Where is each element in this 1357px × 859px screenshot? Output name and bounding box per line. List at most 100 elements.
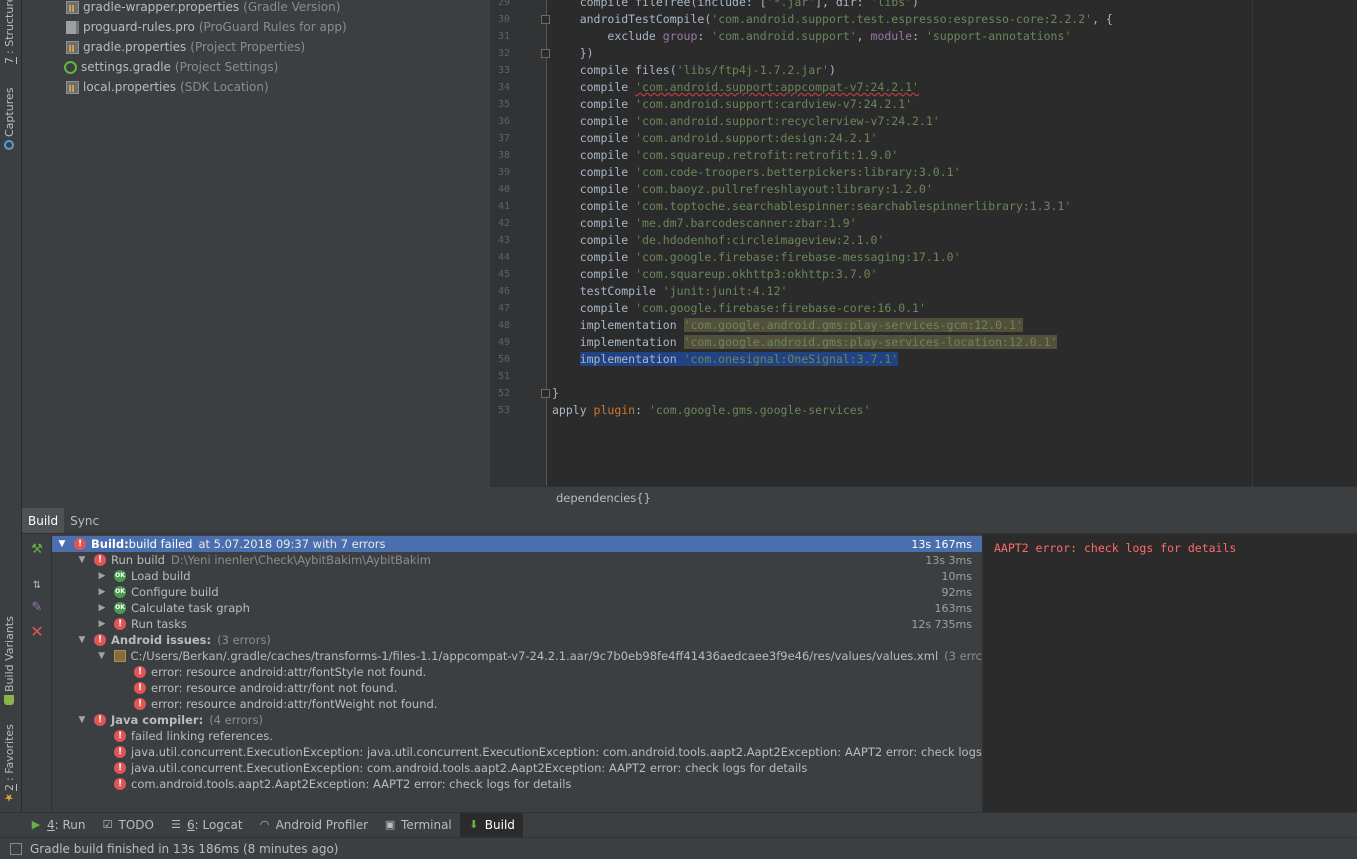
close-icon[interactable]: ✕ (28, 622, 46, 641)
code-line[interactable]: apply plugin: 'com.google.gms.google-ser… (552, 402, 871, 419)
line-number: 43 (497, 235, 510, 246)
expand-arrow-down-icon[interactable]: ▼ (76, 715, 88, 725)
code-line[interactable]: compile 'de.hdodenhof:circleimageview:2.… (552, 232, 885, 249)
project-tree-item[interactable]: proguard-rules.pro (ProGuard Rules for ap… (66, 17, 347, 37)
row-detail: (3 errc (944, 649, 982, 663)
code-line[interactable]: } (552, 385, 559, 402)
code-line[interactable]: exclude group: 'com.android.support', mo… (552, 28, 1071, 45)
build-tree-row[interactable]: ▶ OK Configure build 92ms (52, 584, 982, 600)
build-tree-row[interactable]: ! com.android.tools.aapt2.Aapt2Exception:… (52, 776, 982, 792)
build-tree-row[interactable]: ▼! Build: build failed at 5.07.2018 09:37 … (52, 536, 982, 552)
expand-arrow-right-icon[interactable]: ▶ (96, 571, 108, 581)
tool-button-android-profiler[interactable]: ◠ Android Profiler (251, 813, 376, 837)
code-line[interactable]: compile 'com.android.support:design:24.2… (552, 130, 878, 147)
captures-icon (4, 140, 15, 150)
editor-gutter[interactable]: 29 30 31 32 33 34 35 36 37 38 39 40 41 42 43 44 45 46 47 48… (490, 0, 550, 486)
toggle-view-icon[interactable]: ⇅ (28, 576, 46, 594)
build-tree-row[interactable]: ! java.util.concurrent.ExecutionException… (52, 744, 982, 760)
expand-arrow-right-icon[interactable]: ▶ (96, 587, 108, 597)
tool-button-todo[interactable]: ☑ TODO (94, 813, 162, 837)
fold-marker-icon[interactable] (541, 389, 550, 398)
build-tree-row[interactable]: ! java.util.concurrent.ExecutionException… (52, 760, 982, 776)
code-line[interactable]: androidTestCompile('com.android.support.… (552, 11, 1113, 28)
build-tree-row[interactable]: ▼! Run build D:\Yeni inenler\Check\AybitBa… (52, 552, 982, 568)
build-results-tree[interactable]: ▼! Build: build failed at 5.07.2018 09:37 … (52, 534, 982, 812)
code-line[interactable]: compile 'com.android.support:recyclervie… (552, 113, 940, 130)
editor-breadcrumb[interactable]: dependencies{} (490, 486, 1357, 508)
build-tree-row[interactable]: ! error: resource android:attr/font not f… (52, 680, 982, 696)
favorites-tool-tab[interactable]: ★ 2: Favorites (3, 724, 17, 804)
expand-arrow-down-icon[interactable]: ▼ (96, 651, 108, 661)
tab-sync[interactable]: Sync (64, 508, 105, 533)
pin-icon[interactable]: ✎ (28, 598, 46, 616)
build-tree-row[interactable]: ▶ OK Load build 10ms (52, 568, 982, 584)
expand-arrow-right-icon[interactable]: ▶ (96, 619, 108, 629)
code-string: 'com.android.support:design:24.2.1' (635, 131, 878, 145)
tool-button-build[interactable]: ⬇ Build (459, 813, 523, 837)
tab-build[interactable]: Build (22, 508, 65, 533)
build-tree-row[interactable]: ! failed linking references. (52, 728, 982, 744)
build-tree-row[interactable]: ▼! Java compiler: (4 errors) (52, 712, 982, 728)
code-editor[interactable]: 29 30 31 32 33 34 35 36 37 38 39 40 41 42 43 44 45 46 47 48… (490, 0, 1357, 486)
tool-button-logcat[interactable]: ☰ 6: Logcat (162, 813, 251, 837)
code-line[interactable]: compile 'me.dm7.barcodescanner:zbar:1.9' (552, 215, 857, 232)
project-tree-item[interactable]: gradle.properties (Project Properties) (66, 37, 305, 57)
code-line[interactable]: compile 'com.toptoche.searchablespinner:… (552, 198, 1072, 215)
project-tree-item[interactable]: settings.gradle (Project Settings) (64, 57, 278, 77)
fold-marker-icon[interactable] (541, 15, 550, 24)
code-line[interactable]: compile files('libs/ftp4j-1.7.2.jar') (552, 62, 836, 79)
breadcrumb-item[interactable]: dependencies{} (556, 491, 651, 505)
code-line[interactable]: compile 'com.google.firebase:firebase-me… (552, 249, 961, 266)
expand-arrow-down-icon[interactable]: ▼ (56, 539, 68, 549)
build-variants-tool-tab[interactable]: Build Variants (3, 615, 16, 705)
code-line[interactable]: implementation 'com.onesignal:OneSignal:… (552, 351, 899, 368)
code-string: 'com.google.gms.google-services' (648, 403, 871, 417)
code-line[interactable]: implementation 'com.google.android.gms:p… (552, 334, 1058, 351)
project-panel: gradle-wrapper.properties (Gradle Version… (22, 0, 490, 508)
expand-arrow-right-icon[interactable]: ▶ (96, 603, 108, 613)
code-line[interactable]: compile 'com.baoyz.pullrefreshlayout:lib… (552, 181, 933, 198)
code-line[interactable]: }) (552, 45, 594, 62)
fold-marker-icon[interactable] (541, 49, 550, 58)
row-duration: 13s 3ms (925, 553, 972, 567)
code-line[interactable]: compile 'com.google.firebase:firebase-co… (552, 300, 926, 317)
code-keyword: apply (552, 403, 594, 417)
captures-tool-tab[interactable]: Captures (3, 86, 16, 150)
project-tree-item[interactable]: gradle-wrapper.properties (Gradle Version… (66, 0, 340, 17)
expand-arrow-down-icon[interactable]: ▼ (76, 635, 88, 645)
build-tree-row[interactable]: ▼! Android issues: (3 errors) (52, 632, 982, 648)
line-number: 39 (497, 167, 510, 178)
code-line[interactable]: compile 'com.code-troopers.betterpickers… (552, 164, 961, 181)
build-tree-row[interactable]: ▶! Run tasks 12s 735ms (52, 616, 982, 632)
structure-tool-tab[interactable]: 7: Structure (3, 0, 16, 64)
build-tree-row[interactable]: ! error: resource android:attr/fontStyle … (52, 664, 982, 680)
expand-arrow-down-icon[interactable]: ▼ (76, 555, 88, 565)
code-line[interactable]: compile fileTree(include: ['*.jar'], dir… (552, 0, 919, 11)
code-line[interactable]: implementation 'com.google.android.gms:p… (552, 317, 1023, 334)
tool-button-run[interactable]: ▶ 4: Run (22, 813, 94, 837)
code-line[interactable]: compile 'com.squareup.okhttp3:okhttp:3.7… (552, 266, 878, 283)
line-number: 36 (497, 116, 510, 127)
build-tree-row[interactable]: ▼ C:/Users/Berkan/.gradle/caches/transfor… (52, 648, 982, 664)
project-tree-item[interactable]: local.properties (SDK Location) (66, 77, 269, 97)
code-line[interactable]: compile 'com.android.support:cardview-v7… (552, 96, 912, 113)
build-output-console[interactable]: AAPT2 error: check logs for details (982, 534, 1357, 812)
row-label: com.android.tools.aapt2.Aapt2Exception: … (131, 777, 572, 791)
code-keyword: implementation (579, 335, 684, 349)
status-toggle-icon[interactable] (10, 842, 22, 855)
hammer-icon[interactable]: ⚒ (28, 540, 46, 558)
build-tree-row[interactable]: ▶ OK Calculate task graph 163ms (52, 600, 982, 616)
code-line[interactable]: testCompile 'junit:junit:4.12' (552, 283, 788, 300)
tool-button-terminal[interactable]: ▣ Terminal (376, 813, 460, 837)
line-number: 50 (497, 354, 510, 365)
row-label: error: resource android:attr/fontStyle n… (151, 665, 427, 679)
code-keyword: exclude (607, 29, 663, 43)
code-line[interactable]: compile 'com.android.support:appcompat-v… (552, 79, 919, 96)
build-tree-row[interactable]: ! error: resource android:attr/fontWeight… (52, 696, 982, 712)
xml-file-icon (113, 650, 126, 662)
code-line[interactable]: compile 'com.squareup.retrofit:retrofit:… (552, 147, 899, 164)
